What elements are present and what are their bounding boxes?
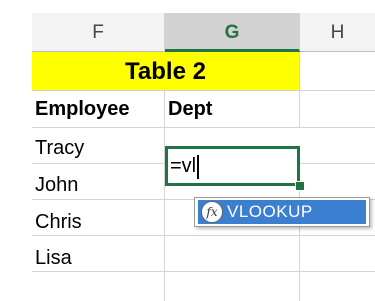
cell-h7[interactable] — [300, 236, 375, 272]
header-cell-dept[interactable]: Dept — [165, 91, 300, 128]
autocomplete-item-label: VLOOKUP — [227, 202, 313, 221]
active-cell-input[interactable]: =vl — [165, 146, 300, 186]
fill-handle[interactable] — [295, 181, 305, 191]
text-cursor — [197, 154, 200, 179]
cell-h5[interactable] — [300, 164, 375, 200]
table-title-cell[interactable]: Table 2 — [32, 52, 300, 91]
cell-h4[interactable] — [300, 128, 375, 164]
function-icon: fx — [201, 201, 223, 223]
column-header-g[interactable]: G — [165, 13, 300, 52]
cell-h8[interactable] — [300, 272, 375, 301]
autocomplete-dropdown: fx VLOOKUP — [194, 197, 370, 227]
cell-g8[interactable] — [165, 272, 300, 301]
formula-text: =vl — [170, 155, 197, 177]
column-header-f[interactable]: F — [32, 13, 165, 52]
employee-cell[interactable]: Tracy — [32, 128, 165, 164]
header-cell-employee[interactable]: Employee — [32, 91, 165, 128]
employee-cell[interactable]: Chris — [32, 200, 165, 236]
cell-g7[interactable] — [165, 236, 300, 272]
cell-h2[interactable] — [300, 52, 375, 91]
employee-cell[interactable]: Lisa — [32, 236, 165, 272]
cell-f8[interactable] — [32, 272, 165, 301]
column-header-h[interactable]: H — [300, 13, 375, 52]
employee-cell[interactable]: John — [32, 164, 165, 200]
cell-h3[interactable] — [300, 91, 375, 128]
spreadsheet-grid: F G H Table 2 Employee Dept Tracy John C… — [0, 0, 375, 301]
autocomplete-item-vlookup[interactable]: fx VLOOKUP — [198, 200, 366, 224]
